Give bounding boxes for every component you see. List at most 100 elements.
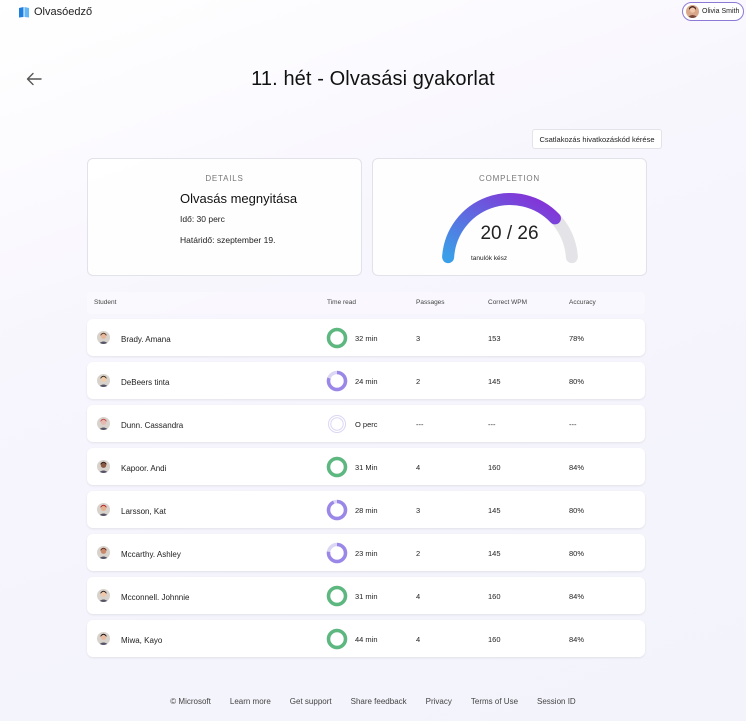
table-row[interactable]: Mccarthy. Ashley 23 min 2 145 80%	[87, 534, 645, 571]
student-name: Kapoor. Andi	[121, 464, 167, 473]
student-avatar	[97, 632, 110, 645]
student-avatar	[97, 460, 110, 473]
passages-value: 3	[416, 506, 421, 515]
time-read-value: 24 min	[355, 377, 378, 386]
student-name: DeBeers tinta	[121, 378, 170, 387]
student-table: Student Time read Passages Correct WPM A…	[87, 292, 645, 657]
details-card: DETAILS Olvasás megnyitása Idő: 30 perc …	[87, 158, 362, 276]
time-read-value: 32 min	[355, 334, 378, 343]
student-avatar	[97, 374, 110, 387]
time-read-progress-ring	[328, 415, 346, 433]
time-read-progress-ring	[326, 499, 348, 521]
footer-learn-more-link[interactable]: Learn more	[230, 697, 271, 706]
time-read-value: 31 min	[355, 592, 378, 601]
passages-value: ---	[416, 420, 424, 429]
completion-card: COMPLETION 20 / 26 tanulók kész	[372, 158, 647, 276]
ring-fill	[326, 585, 348, 607]
time-read-value: 31 Min	[355, 463, 378, 472]
time-read-progress-ring	[326, 456, 348, 478]
table-row[interactable]: Dunn. Cassandra O perc --- --- ---	[87, 405, 645, 442]
details-caption: DETAILS	[205, 174, 244, 183]
correct-wpm-value: 160	[488, 592, 501, 601]
table-row[interactable]: Kapoor. Andi 31 Min 4 160 84%	[87, 448, 645, 485]
table-row[interactable]: Mcconnell. Johnnie 31 min 4 160 84%	[87, 577, 645, 614]
assignment-duration: Idő: 30 perc	[180, 214, 225, 224]
footer-session-id-link[interactable]: Session ID	[537, 697, 576, 706]
correct-wpm-value: ---	[488, 420, 496, 429]
header-correct-wpm[interactable]: Correct WPM	[488, 299, 527, 306]
top-bar: Olvasóedző Olivia Smith	[0, 0, 746, 26]
account-button[interactable]: Olivia Smith	[682, 2, 744, 21]
avatar	[686, 5, 699, 18]
ring-fill	[326, 456, 348, 478]
passages-value: 2	[416, 377, 421, 386]
accuracy-value: 80%	[569, 377, 585, 386]
assignment-title: Olvasás megnyitása	[180, 191, 298, 206]
passages-value: 4	[416, 635, 421, 644]
correct-wpm-value: 145	[488, 506, 501, 515]
page-title: 11. hét - Olvasási gyakorlat	[251, 68, 495, 90]
header-time-read[interactable]: Time read	[327, 299, 356, 306]
accuracy-value: 80%	[569, 506, 585, 515]
time-read-progress-ring	[326, 585, 348, 607]
student-avatar	[97, 503, 110, 516]
time-read-value: 28 min	[355, 506, 378, 515]
app-name: Olvasóedző	[34, 6, 93, 18]
ring-fill	[326, 327, 348, 349]
student-name: Dunn. Cassandra	[121, 421, 184, 430]
student-avatar	[97, 546, 110, 559]
header-passages[interactable]: Passages	[416, 299, 445, 306]
time-read-value: 23 min	[355, 549, 378, 558]
table-row[interactable]: Larsson, Kat 28 min 3 145 80%	[87, 491, 645, 528]
assignment-due-date: Határidő: szeptember 19.	[180, 235, 276, 245]
table-row[interactable]: Miwa, Kayo 44 min 4 160 84%	[87, 620, 645, 657]
completion-label: tanulók kész	[471, 255, 508, 262]
table-header: Student Time read Passages Correct WPM A…	[87, 292, 645, 314]
completion-caption: COMPLETION	[479, 174, 540, 183]
completion-value: 20 / 26	[480, 223, 539, 244]
ring-fill	[326, 628, 348, 650]
accuracy-value: ---	[569, 420, 577, 429]
correct-wpm-value: 160	[488, 463, 501, 472]
footer-support-link[interactable]: Get support	[290, 697, 332, 706]
accuracy-value: 84%	[569, 592, 585, 601]
correct-wpm-value: 153	[488, 334, 501, 343]
student-name: Larsson, Kat	[121, 507, 166, 516]
student-name: Mcconnell. Johnnie	[121, 593, 190, 602]
table-row[interactable]: DeBeers tinta 24 min 2 145 80%	[87, 362, 645, 399]
time-read-progress-ring	[326, 628, 348, 650]
accuracy-value: 84%	[569, 463, 585, 472]
student-avatar	[97, 417, 110, 430]
passages-value: 4	[416, 592, 421, 601]
time-read-progress-ring	[326, 327, 348, 349]
time-read-progress-ring	[326, 370, 348, 392]
student-avatar	[97, 589, 110, 602]
footer-feedback-link[interactable]: Share feedback	[351, 697, 407, 706]
student-name: Mccarthy. Ashley	[121, 550, 181, 559]
ring-inner-track	[330, 417, 344, 431]
passages-value: 3	[416, 334, 421, 343]
accuracy-value: 78%	[569, 334, 585, 343]
accuracy-value: 80%	[569, 549, 585, 558]
correct-wpm-value: 160	[488, 635, 501, 644]
request-join-code-button[interactable]: Csatlakozás hivatkozáskód kérése	[532, 129, 662, 149]
student-avatar	[97, 331, 110, 344]
user-name: Olivia Smith	[702, 8, 740, 15]
time-read-value: 44 min	[355, 635, 378, 644]
footer-terms-link[interactable]: Terms of Use	[471, 697, 518, 706]
header-student[interactable]: Student	[94, 299, 116, 306]
time-read-value: O perc	[355, 420, 378, 429]
student-name: Brady. Amana	[121, 335, 171, 344]
accuracy-value: 84%	[569, 635, 585, 644]
student-name: Miwa, Kayo	[121, 636, 163, 645]
table-row[interactable]: Brady. Amana 32 min 3 153 78%	[87, 319, 645, 356]
passages-value: 2	[416, 549, 421, 558]
footer: © Microsoft Learn more Get support Share…	[0, 697, 746, 706]
footer-copyright: © Microsoft	[170, 697, 211, 706]
header-accuracy[interactable]: Accuracy	[569, 299, 596, 306]
footer-privacy-link[interactable]: Privacy	[426, 697, 452, 706]
correct-wpm-value: 145	[488, 549, 501, 558]
ring-fill	[326, 499, 348, 521]
time-read-progress-ring	[326, 542, 348, 564]
book-icon	[19, 7, 29, 18]
